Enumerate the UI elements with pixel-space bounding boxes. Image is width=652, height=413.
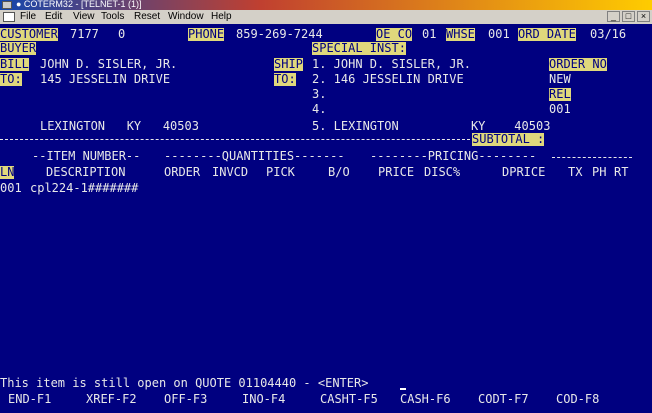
menu-bar: File Edit View Tools Reset Window Help _… [0, 10, 652, 24]
col-invcd: INVCD [212, 165, 249, 179]
fkey-off[interactable]: OFF-F3 [164, 393, 207, 406]
customer-label: CUSTOMER [0, 27, 58, 41]
close-icon[interactable]: × [637, 11, 650, 22]
phone-value: 859-269-7244 [236, 27, 323, 41]
minimize-icon[interactable]: _ [607, 11, 620, 22]
line-item-number-input[interactable]: cpl224-1####### [30, 182, 138, 195]
subtotal-label: SUBTOTAL : [472, 132, 545, 146]
title-bar: ● COTERM32 - [TELNET-1 (1)] [0, 0, 652, 10]
pricing-dash-tail [552, 157, 632, 158]
terminal-screen[interactable]: CUSTOMER 7177 0 PHONE 859-269-7244 OE CO… [0, 25, 652, 413]
menu-file[interactable]: File [20, 11, 36, 22]
menu-tools[interactable]: Tools [101, 11, 124, 22]
rel-value: 001 [549, 102, 571, 116]
ship-to-label: SHIP [274, 57, 303, 71]
col-bo: B/O [328, 165, 350, 179]
bill-to-city-line: LEXINGTON KY 40503 [40, 119, 199, 133]
col-tx: TX [568, 165, 583, 179]
col-pick: PICK [266, 165, 295, 179]
order-status: NEW [549, 72, 571, 86]
bill-to-label: BILL [0, 57, 29, 71]
fkey-xref[interactable]: XREF-F2 [86, 393, 137, 406]
order-no-label: ORDER NO [549, 57, 607, 71]
fkey-casht[interactable]: CASHT-F5 [320, 393, 378, 406]
ship-to-line-1: 1. JOHN D. SISLER, JR. [312, 57, 471, 71]
bill-to-label-2: TO: [0, 72, 22, 86]
phone-label: PHONE [188, 27, 225, 41]
col-description: DESCRIPTION [46, 165, 126, 179]
window-controls: _ □ × [607, 11, 650, 22]
col-price: PRICE [378, 165, 415, 179]
ship-to-line-2: 2. 146 JESSELIN DRIVE [312, 72, 464, 86]
pricing-group-header: --------PRICING-------- [370, 149, 537, 163]
ord-date-value: 03/16 [590, 27, 627, 41]
ship-to-line-3: 3. [312, 87, 327, 101]
ship-to-line-4: 4. [312, 102, 327, 116]
item-number-group-header: --ITEM NUMBER-- [32, 149, 141, 163]
rel-label: REL [549, 87, 571, 101]
window-title: ● COTERM32 - [TELNET-1 (1)] [16, 0, 142, 9]
fkey-cash[interactable]: CASH-F6 [400, 393, 451, 406]
bill-to-address: 145 JESSELIN DRIVE [40, 72, 171, 86]
col-ph: PH [592, 165, 607, 179]
text-cursor [400, 388, 406, 390]
menu-window[interactable]: Window [168, 11, 204, 22]
restore-icon[interactable]: □ [622, 11, 635, 22]
col-rt: RT [614, 165, 629, 179]
system-menu-icon[interactable] [3, 12, 15, 22]
whse-label: WHSE [446, 27, 475, 41]
fkey-end[interactable]: END-F1 [8, 393, 51, 406]
divider-line [0, 139, 470, 140]
whse-value: 001 [488, 27, 510, 41]
ship-to-label-2: TO: [274, 72, 296, 86]
customer-suffix: 0 [118, 27, 126, 41]
fkey-codt[interactable]: CODT-F7 [478, 393, 529, 406]
quantities-group-header: --------QUANTITIES------- [164, 149, 345, 163]
col-dprice: DPRICE [502, 165, 546, 179]
menu-help[interactable]: Help [211, 11, 232, 22]
customer-number: 7177 [70, 27, 99, 41]
fkey-cod[interactable]: COD-F8 [556, 393, 599, 406]
fkey-ino[interactable]: INO-F4 [242, 393, 285, 406]
col-ln: LN [0, 165, 15, 179]
menu-edit[interactable]: Edit [45, 11, 62, 22]
bill-to-name: JOHN D. SISLER, JR. [40, 57, 178, 71]
line-item-ln: 001 [0, 181, 22, 195]
ord-date-label: ORD DATE [518, 27, 576, 41]
col-order: ORDER [164, 165, 201, 179]
menu-reset[interactable]: Reset [134, 11, 160, 22]
status-message: This item is still open on QUOTE 0110444… [0, 376, 369, 390]
oe-co-label: OE CO [376, 27, 413, 41]
menu-view[interactable]: View [73, 11, 95, 22]
col-disc: DISC% [424, 165, 461, 179]
app-icon [2, 1, 12, 9]
oe-co-value: 01 [422, 27, 437, 41]
special-inst-label: SPECIAL INST: [312, 41, 406, 55]
buyer-label: BUYER [0, 41, 37, 55]
